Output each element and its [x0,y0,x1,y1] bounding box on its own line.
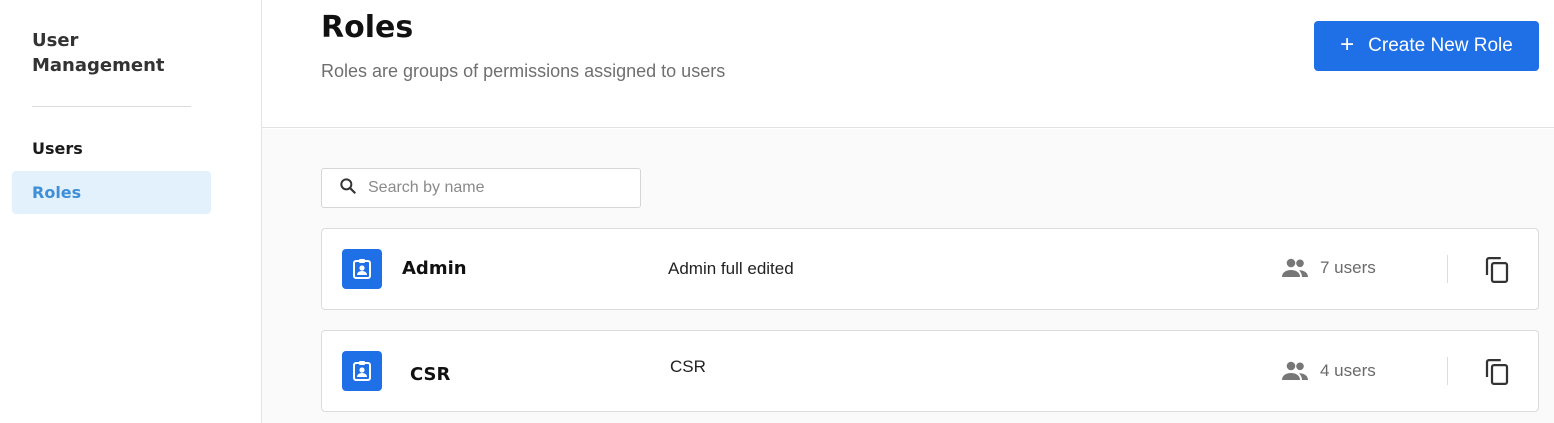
copy-icon [1485,257,1509,283]
search-input[interactable] [368,179,628,197]
sidebar-item-roles[interactable]: Roles [12,171,211,214]
role-description: CSR [670,357,706,376]
role-user-count: 7 users [1280,257,1376,279]
page-header: Roles Roles are groups of permissions as… [262,0,1554,128]
copy-role-button[interactable] [1480,355,1514,389]
role-user-count-label: 4 users [1320,361,1376,380]
role-user-count: 4 users [1280,360,1376,382]
search-icon [338,176,358,201]
people-icon [1282,361,1308,380]
role-card-admin[interactable]: Admin Admin full edited 7 users [321,228,1539,310]
page-subtitle: Roles are groups of permissions assigned… [321,61,726,81]
search-box [321,168,641,208]
role-user-count-label: 7 users [1320,258,1376,277]
role-card-csr[interactable]: CSR CSR 4 users [321,330,1539,412]
roles-list-area: Admin Admin full edited 7 users CSR CSR … [262,129,1554,423]
create-new-role-label: Create New Role [1368,35,1513,56]
sidebar-divider [32,106,191,107]
people-icon [1282,258,1308,277]
copy-role-button[interactable] [1480,253,1514,287]
sidebar: User Management Users Roles [0,0,262,423]
role-name: CSR [410,364,451,385]
card-divider [1447,357,1448,385]
sidebar-item-users[interactable]: Users [12,127,211,170]
badge-icon [342,351,382,391]
sidebar-title: User Management [32,30,165,76]
role-name: Admin [402,258,467,279]
copy-icon [1485,359,1509,385]
card-divider [1447,255,1448,283]
page-title: Roles [321,10,414,45]
badge-icon [342,249,382,289]
create-new-role-button[interactable]: + Create New Role [1314,21,1539,71]
role-description: Admin full edited [668,259,794,278]
plus-icon: + [1340,31,1355,58]
